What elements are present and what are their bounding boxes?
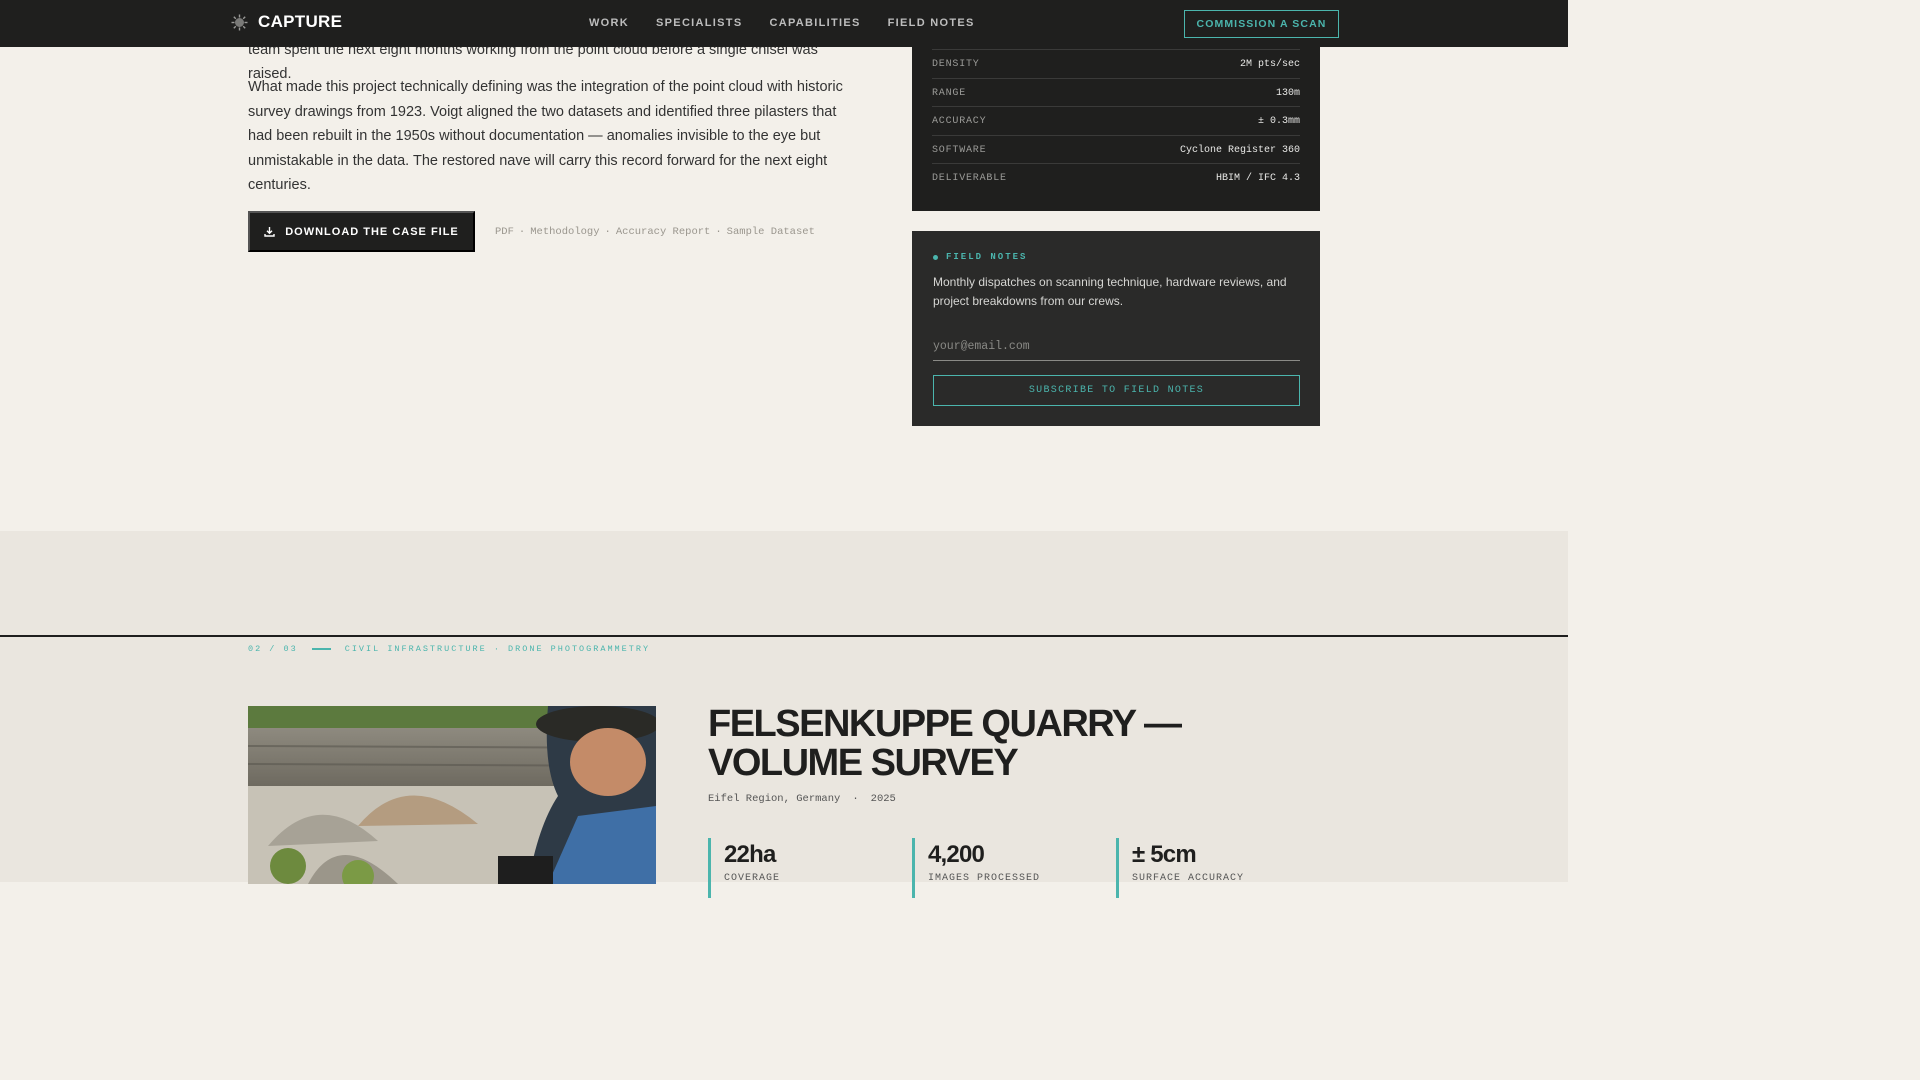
spec-value: Cyclone Register 360 [1179, 144, 1300, 156]
spec-label: DELIVERABLE [932, 172, 1007, 184]
case-file-contents: PDF · Methodology · Accuracy Report · Sample D… [495, 226, 815, 238]
nav-link-work[interactable]: WORK [589, 17, 629, 29]
spec-label: DENSITY [932, 58, 980, 70]
status-dot-icon [933, 254, 938, 260]
case-eyebrow: 02 / 03 CIVIL INFRASTRUCTURE · DRONE PHO… [248, 644, 650, 654]
spec-value: 2M pts/sec [1239, 58, 1300, 70]
download-icon [264, 226, 275, 237]
spec-label: SOFTWARE [932, 144, 987, 156]
section-divider-band [0, 531, 1568, 635]
field-notes-eyebrow: FIELD NOTES [933, 252, 1027, 262]
stat-images: 4,200 IMAGES PROCESSED [912, 838, 1040, 898]
case-title: FELSENKUPPE QUARRY — VOLUME SURVEY [708, 703, 1182, 784]
nav-links: WORK SPECIALISTS CAPABILITIES FIELD NOTE… [589, 17, 975, 29]
field-notes-signup: FIELD NOTES Monthly dispatches on scanni… [912, 231, 1320, 426]
brand-name: CAPTURE [258, 12, 343, 31]
field-notes-description: Monthly dispatches on scanning technique… [933, 275, 1287, 308]
stat-value: 22ha [724, 841, 776, 868]
spec-value: ± 0.3mm [1257, 115, 1300, 127]
article-paragraph: What made this project technically defin… [248, 79, 843, 193]
spec-row-range: RANGE 130m [932, 78, 1300, 107]
spec-value: HBIM / IFC 4.3 [1215, 172, 1300, 184]
spec-label: ACCURACY [932, 115, 987, 127]
case-year: 2025 [870, 793, 896, 805]
scanner-logo-icon [231, 14, 248, 31]
brand[interactable]: CAPTURE [231, 12, 342, 32]
subscribe-button[interactable]: SUBSCRIBE TO FIELD NOTES [933, 375, 1300, 406]
stat-value: 4,200 [928, 841, 985, 868]
case-index: 02 / 03 [248, 644, 298, 654]
nav-link-specialists[interactable]: SPECIALISTS [656, 17, 742, 29]
field-notes-heading: FIELD NOTES [946, 252, 1028, 262]
spec-label: RANGE [932, 87, 967, 99]
top-nav: CAPTURE WORK SPECIALISTS CAPABILITIES FI… [0, 0, 1568, 47]
spec-value: 130m [1275, 87, 1300, 99]
spec-row-density: DENSITY 2M pts/sec [932, 49, 1300, 78]
download-label: DOWNLOAD THE CASE FILE [285, 225, 459, 238]
spec-row-deliverable: DELIVERABLE HBIM / IFC 4.3 [932, 163, 1300, 192]
stat-value: ± 5cm [1132, 841, 1197, 868]
case-study-section: 02 / 03 CIVIL INFRASTRUCTURE · DRONE PHO… [0, 635, 1568, 898]
stat-label: SURFACE ACCURACY [1132, 873, 1245, 884]
stat-coverage: 22ha COVERAGE [708, 838, 780, 898]
stat-accuracy: ± 5cm SURFACE ACCURACY [1116, 838, 1244, 898]
spec-row-accuracy: ACCURACY ± 0.3mm [932, 106, 1300, 135]
file-meta-item: Sample Dataset [726, 226, 815, 238]
case-meta: Eifel Region, Germany · 2025 [708, 793, 896, 805]
nav-link-field-notes[interactable]: FIELD NOTES [888, 17, 975, 29]
case-photo [248, 706, 656, 884]
commission-scan-button[interactable]: COMMISSION A SCAN [1184, 10, 1339, 38]
stat-label: IMAGES PROCESSED [928, 873, 1041, 884]
email-field[interactable] [933, 333, 1300, 361]
download-case-file-button[interactable]: DOWNLOAD THE CASE FILE [248, 211, 475, 252]
eyebrow-rule [311, 648, 331, 650]
case-category: CIVIL INFRASTRUCTURE · DRONE PHOTOGRAMME… [344, 644, 651, 654]
file-meta-item: Methodology [530, 226, 600, 238]
nav-link-capabilities[interactable]: CAPABILITIES [769, 17, 860, 29]
spec-row-software: SOFTWARE Cyclone Register 360 [932, 135, 1300, 164]
stat-label: COVERAGE [724, 873, 781, 884]
case-location: Eifel Region, Germany [708, 793, 841, 805]
file-meta-item: Accuracy Report [615, 226, 711, 238]
file-meta-item: PDF [495, 226, 514, 238]
